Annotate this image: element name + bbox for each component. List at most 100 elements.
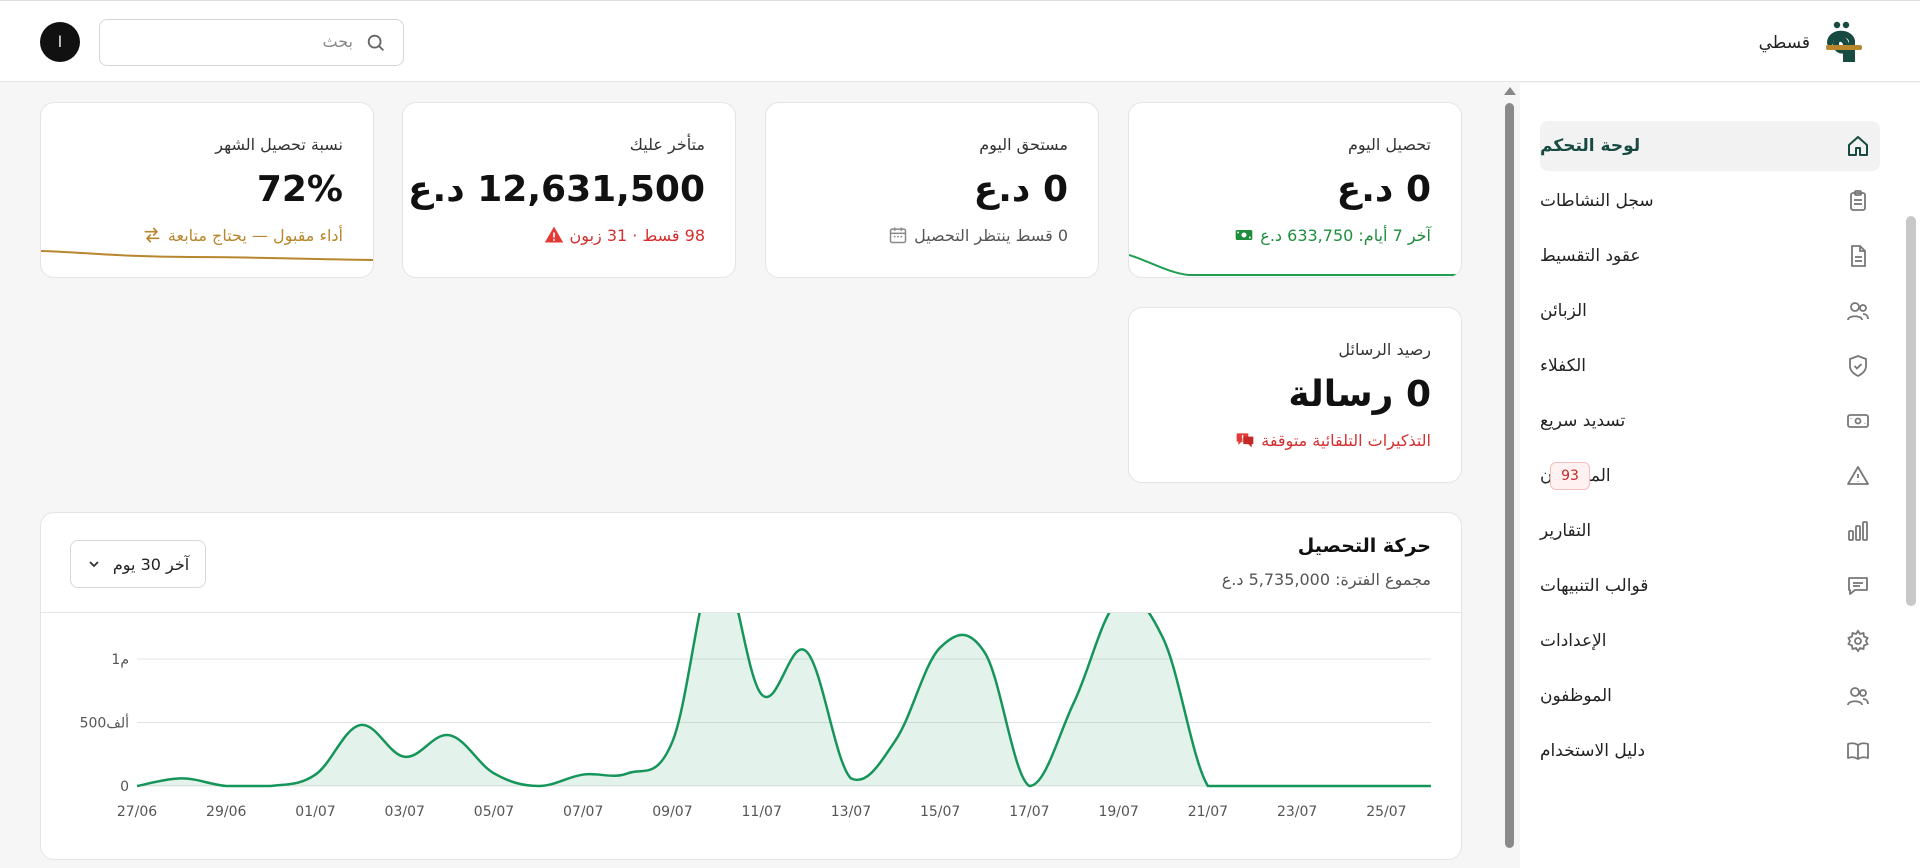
overdue-card[interactable]: متأخر عليك 12,631,500 د.ع 98 قسط · 31 زب… (402, 102, 736, 278)
card-subtitle: 98 قسط · 31 زبون (544, 225, 705, 245)
calendar-icon (889, 227, 907, 244)
sidebar-item-label: الزبائن (1540, 301, 1587, 321)
today-collection-card[interactable]: تحصيل اليوم 0 د.ع آخر 7 أيام: 633,750 د.… (1128, 102, 1462, 278)
chart-data-point[interactable] (1291, 780, 1303, 792)
chart-data-point[interactable] (443, 729, 455, 741)
chart-data-point[interactable] (176, 772, 188, 784)
chart-data-point[interactable] (1157, 633, 1169, 645)
chart-data-point[interactable] (756, 689, 768, 701)
chart-data-point[interactable] (399, 751, 411, 763)
search-input[interactable] (133, 32, 353, 51)
sidebar-item-settings[interactable]: الإعدادات (1540, 616, 1880, 666)
chart-data-point[interactable] (666, 736, 678, 748)
chart-data-point[interactable] (1425, 780, 1437, 792)
search-box[interactable] (99, 19, 404, 66)
chart-data-point[interactable] (1202, 780, 1214, 792)
card-title: متأخر عليك (629, 135, 705, 154)
sidebar-item-label: الموظفون (1540, 686, 1612, 706)
chart-data-point[interactable] (1068, 696, 1080, 708)
sms-balance-card[interactable]: رصيد الرسائل 0 رسالة التذكيرات التلقائية… (1128, 307, 1462, 483)
overdue-count-badge: 93 (1550, 462, 1590, 490)
card-subtitle-text: 0 قسط ينتظر التحصيل (914, 225, 1068, 245)
brand-logo-icon (1826, 21, 1862, 62)
sidebar-item-label: عقود التقسيط (1540, 246, 1641, 266)
card-title: رصيد الرسائل (1338, 340, 1431, 359)
sidebar-item-guarantors[interactable]: الكفلاء (1540, 341, 1880, 391)
chart-data-point[interactable] (1380, 780, 1392, 792)
month-rate-card[interactable]: نسبة تحصيل الشهر 72% أداء مقبول — يحتاج … (40, 102, 374, 278)
due-today-card[interactable]: مستحق اليوم 0 د.ع 0 قسط ينتظر التحصيل (765, 102, 1099, 278)
chart-data-point[interactable] (488, 767, 500, 779)
card-title: مستحق اليوم (979, 135, 1068, 154)
brand[interactable]: قسطي (1759, 19, 1870, 67)
sidebar-scrollbar-thumb[interactable] (1906, 216, 1916, 606)
chart-data-point[interactable] (354, 719, 366, 731)
brand-name: قسطي (1758, 33, 1810, 53)
chart-data-point[interactable] (1336, 780, 1348, 792)
gear-icon (1847, 629, 1869, 653)
search-icon (367, 34, 384, 51)
sidebar-item-quick-payment[interactable]: تسديد سريع (1540, 396, 1880, 446)
chart-data-point[interactable] (622, 767, 634, 779)
main-scrollbar[interactable] (1502, 83, 1516, 868)
scroll-up-arrow-icon[interactable] (1504, 87, 1516, 95)
users-icon (1847, 687, 1869, 706)
sidebar-item-activity-log[interactable]: سجل النشاطات (1540, 176, 1880, 226)
banknote-icon (1847, 414, 1869, 428)
chevron-down-icon (89, 561, 99, 568)
x-tick-label: 05/07 (474, 804, 514, 820)
document-icon (1851, 245, 1866, 267)
period-dropdown[interactable]: آخر 30 يوم (70, 540, 206, 588)
chart-data-point[interactable] (845, 772, 857, 784)
x-tick-label: 09/07 (652, 804, 692, 820)
chat-alert-icon (1236, 433, 1254, 448)
chart-data-point[interactable] (265, 780, 277, 792)
avatar[interactable]: ا (40, 22, 80, 62)
sidebar-item-installment-contracts[interactable]: عقود التقسيط (1540, 231, 1880, 281)
x-tick-label: 21/07 (1188, 804, 1228, 820)
card-subtitle: 0 قسط ينتظر التحصيل (888, 225, 1068, 245)
chart-data-point[interactable] (979, 647, 991, 659)
main-scrollbar-thumb[interactable] (1505, 103, 1514, 848)
chart-data-point[interactable] (800, 645, 812, 657)
chart-data-point[interactable] (309, 769, 321, 781)
book-icon (1847, 742, 1869, 760)
sidebar-item-overdue[interactable]: المتأخرون 93 (1540, 451, 1880, 501)
home-icon (1848, 136, 1868, 156)
sidebar-item-label: دليل الاستخدام (1540, 741, 1646, 761)
chart-data-point[interactable] (1023, 780, 1035, 792)
card-subtitle-text: التذكيرات التلقائية متوقفة (1261, 430, 1431, 450)
chart-data-point[interactable] (533, 780, 545, 792)
shield-icon (1849, 355, 1867, 378)
card-subtitle-text: 98 قسط · 31 زبون (569, 225, 705, 245)
sidebar-item-reports[interactable]: التقارير (1540, 506, 1880, 556)
x-tick-label: 17/07 (1009, 804, 1049, 820)
sidebar-item-alert-templates[interactable]: قوالب التنبيهات (1540, 561, 1880, 611)
chart-data-point[interactable] (890, 734, 902, 746)
sidebar-item-employees[interactable]: الموظفون (1540, 671, 1880, 721)
x-tick-label: 13/07 (831, 804, 871, 820)
x-tick-label: 01/07 (295, 804, 335, 820)
x-tick-label: 23/07 (1277, 804, 1317, 820)
card-value: 0 د.ع (1336, 169, 1431, 210)
month-rate-sparkline (41, 250, 373, 261)
card-subtitle: التذكيرات التلقائية متوقفة (1235, 430, 1431, 450)
collection-area-chart: 0 500ألف 1م 27/06 29/06 01/07 03/07 05/07 07/07 0… (80, 613, 1437, 820)
today-collection-sparkline (1129, 254, 1461, 276)
card-title: نسبة تحصيل الشهر (215, 135, 343, 154)
sidebar-item-dashboard[interactable]: لوحة التحكم (1540, 121, 1880, 171)
sidebar-item-label: الكفلاء (1540, 356, 1587, 376)
chart-data-point[interactable] (577, 769, 589, 781)
chart-data-point[interactable] (934, 642, 946, 654)
sidebar: لوحة التحكم سجل النشاطات عقود التقسيط ال… (1520, 83, 1920, 868)
users-icon (1847, 302, 1869, 321)
top-bar: ا قسطي (0, 0, 1920, 82)
sidebar-item-customers[interactable]: الزبائن (1540, 286, 1880, 336)
chart-data-point[interactable] (131, 780, 143, 792)
sidebar-item-label: التقارير (1540, 521, 1592, 541)
sidebar-item-label: لوحة التحكم (1540, 136, 1641, 156)
chart-data-point[interactable] (220, 780, 232, 792)
chart-data-point[interactable] (1247, 780, 1259, 792)
sidebar-item-user-guide[interactable]: دليل الاستخدام (1540, 726, 1880, 776)
x-tick-label: 03/07 (385, 804, 425, 820)
